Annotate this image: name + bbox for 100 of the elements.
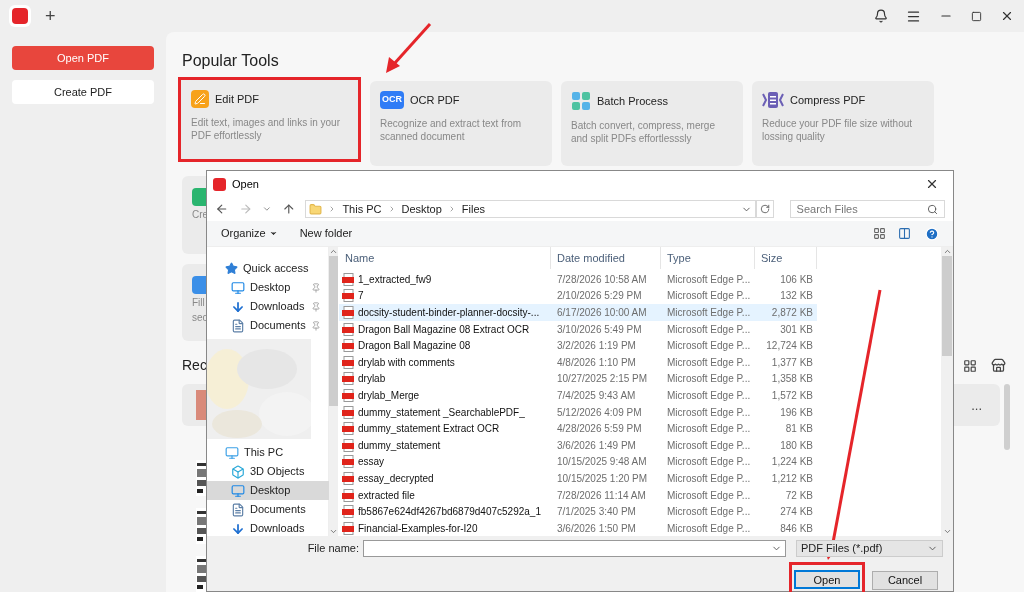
date-cell-text: 4/28/2026 5:59 PM <box>556 422 643 437</box>
nav-item[interactable]: 3D Objects <box>207 462 329 481</box>
tool-title: Batch Process <box>597 93 668 109</box>
nav-item[interactable]: Desktop <box>207 481 329 500</box>
more-button[interactable]: ... <box>971 398 982 412</box>
file-row[interactable]: Dragon Ball Magazine 08 3/2/2026 1:19 PM Microsoft Edge P... 12,724 KB <box>339 337 817 354</box>
breadcrumb-item[interactable]: Desktop <box>401 200 442 218</box>
size-cell-text: 1,212 KB <box>770 471 814 486</box>
nav-label: Desktop <box>250 280 292 296</box>
ocr-icon: OCR <box>380 91 404 109</box>
open-pdf-button[interactable]: Open PDF <box>12 46 154 70</box>
file-name-label: File name: <box>307 541 359 557</box>
size-cell-text: 1,377 KB <box>770 355 814 370</box>
nav-label: 3D Objects <box>250 464 306 480</box>
nav-item[interactable]: Quick access <box>207 259 329 278</box>
nav-item[interactable]: Documents <box>207 316 329 335</box>
breadcrumb-item[interactable]: This PC <box>342 200 382 218</box>
tool-card[interactable]: Compress PDF Reduce your PDF file size without lossing quality <box>752 81 934 166</box>
search-field[interactable]: Search Files <box>789 200 945 218</box>
file-name: drylab with comments <box>358 355 455 370</box>
nav-item[interactable]: Documents <box>207 500 329 519</box>
nav-item[interactable]: Downloads <box>207 297 329 316</box>
file-name: dummy_statement <box>358 438 441 453</box>
type-cell-text: Microsoft Edge P... <box>666 355 752 370</box>
file-name: extracted file <box>358 488 415 503</box>
file-row[interactable]: essay 10/15/2025 9:48 AM Microsoft Edge P... 1,224 KB <box>339 453 817 471</box>
size-cell-text: 274 KB <box>779 505 814 520</box>
tool-card[interactable]: Batch Process Batch convert, compress, merge and split PDFs effortlesssly <box>561 81 743 166</box>
file-name: Dragon Ball Magazine 08 <box>358 339 471 354</box>
type-cell-text: Microsoft Edge P... <box>666 405 752 420</box>
type-cell-text: Microsoft Edge P... <box>666 438 752 453</box>
size-cell-text: 1,572 KB <box>770 388 814 403</box>
size-cell-text: 12,724 KB <box>765 339 814 354</box>
file-name: Financial-Examples-for-I20 <box>358 521 478 536</box>
date-cell-text: 7/28/2026 11:14 AM <box>556 488 647 503</box>
tool-description: Reduce your PDF file size without lossing quality <box>762 117 914 143</box>
date-cell-text: 10/15/2025 1:20 PM <box>556 471 649 486</box>
type-cell-text: Microsoft Edge P... <box>666 306 752 320</box>
file-row[interactable]: dummy_statement 3/6/2026 1:49 PM Microsoft Edge P... 180 KB <box>339 436 817 454</box>
date-cell-text: 7/28/2026 10:58 AM <box>556 272 648 287</box>
file-name: drylab <box>358 372 386 387</box>
date-cell-text: 5/12/2026 4:09 PM <box>556 405 643 420</box>
tool-card[interactable]: OCR OCR PDF Recognize and extract text from scanned document <box>370 81 552 166</box>
size-cell-text: 196 KB <box>779 405 814 420</box>
type-cell-text: Microsoft Edge P... <box>666 372 752 387</box>
file-name: 7 <box>358 289 364 304</box>
new-folder-button[interactable]: New folder <box>299 225 353 242</box>
file-row[interactable]: drylab_Merge 7/4/2025 9:43 AM Microsoft Edge P... 1,572 KB <box>339 387 817 404</box>
column-header[interactable]: Type <box>661 247 755 269</box>
organize-button[interactable]: Organize <box>221 225 278 242</box>
file-row[interactable]: dummy_statement Extract OCR 4/28/2026 5:59 PM Microsoft Edge P... 81 KB <box>339 420 817 437</box>
column-header[interactable]: Size <box>755 247 817 269</box>
file-row[interactable]: drylab 10/27/2025 2:15 PM Microsoft Edge P... 1,358 KB <box>339 370 817 388</box>
file-name: 1_extracted_fw9 <box>358 272 432 287</box>
search-input[interactable]: Search Files <box>796 200 927 218</box>
size-cell-text: 106 KB <box>779 272 814 287</box>
breadcrumb-item[interactable]: Files <box>461 200 486 218</box>
tool-card[interactable]: Edit PDF Edit text, images and links in your PDF effortlessly <box>178 77 361 162</box>
create-pdf-button[interactable]: Create PDF <box>12 80 154 104</box>
size-cell-text: 1,358 KB <box>770 372 814 387</box>
nav-item[interactable]: This PC <box>207 443 329 462</box>
file-name: fb5867e624df4267bd6879d407c5292a_1 <box>358 505 541 520</box>
file-name: drylab_Merge <box>358 388 420 403</box>
type-cell-text: Microsoft Edge P... <box>666 339 752 354</box>
size-cell-text: 846 KB <box>779 521 814 536</box>
file-name: essay_decrypted <box>358 471 434 486</box>
file-row[interactable]: essay_decrypted 10/15/2025 1:20 PM Microsoft Edge P... 1,212 KB <box>339 470 817 487</box>
file-row[interactable]: Financial-Examples-for-I20 3/6/2026 1:50 PM Microsoft Edge P... 846 KB <box>339 519 817 537</box>
open-button[interactable]: Open <box>794 570 860 589</box>
file-row[interactable]: drylab with comments 4/8/2026 1:10 PM Microsoft Edge P... 1,377 KB <box>339 353 817 371</box>
date-cell-text: 4/8/2026 1:10 PM <box>556 355 637 370</box>
file-name: Dragon Ball Magazine 08 Extract OCR <box>358 322 530 337</box>
size-cell-text: 81 KB <box>784 422 814 437</box>
file-row[interactable]: 1_extracted_fw9 7/28/2026 10:58 AM Microsoft Edge P... 106 KB <box>339 271 817 288</box>
file-row[interactable]: 7 2/10/2026 5:29 PM Microsoft Edge P... 132 KB <box>339 287 817 305</box>
nav-label: Quick access <box>243 261 310 277</box>
file-row[interactable]: Dragon Ball Magazine 08 Extract OCR 3/10/2026 5:49 PM Microsoft Edge P... 301 KB <box>339 320 817 338</box>
date-cell-text: 3/2/2026 1:19 PM <box>556 339 637 354</box>
nav-item[interactable]: Downloads <box>207 519 329 538</box>
nav-label: This PC <box>244 445 285 461</box>
file-type-dropdown[interactable]: PDF Files (*.pdf) <box>796 540 943 557</box>
dialog-title: Open <box>232 176 259 192</box>
file-name: docsity-student-binder-planner-docsity-... <box>358 306 540 320</box>
file-row[interactable]: docsity-student-binder-planner-docsity-... 6/17/2026 10:00 AM Microsoft Edge P... 2,872 KB <box>339 304 817 321</box>
tool-description: Edit text, images and links in your PDF effortlessly <box>191 116 341 142</box>
new-tab-button[interactable]: + <box>45 7 56 25</box>
date-cell-text: 10/15/2025 9:48 AM <box>556 455 648 470</box>
nav-item[interactable]: Desktop <box>207 278 329 297</box>
address-bar[interactable]: This PC Desktop Files <box>305 200 757 218</box>
column-header[interactable]: Name <box>339 247 551 269</box>
file-row[interactable]: fb5867e624df4267bd6879d407c5292a_1 7/1/2025 3:40 PM Microsoft Edge P... 274 KB <box>339 503 817 520</box>
type-cell-text: Microsoft Edge P... <box>666 322 752 337</box>
file-row[interactable]: dummy_statement _SearchablePDF_ 5/12/2026 4:09 PM Microsoft Edge P... 196 KB <box>339 403 817 421</box>
cancel-button[interactable]: Cancel <box>872 570 938 590</box>
nav-label: Downloads <box>250 299 306 315</box>
column-header[interactable]: Date modified <box>551 247 661 269</box>
type-cell-text: Microsoft Edge P... <box>666 272 752 287</box>
file-name: dummy_statement _SearchablePDF_ <box>358 405 525 420</box>
file-row[interactable]: extracted file 7/28/2026 11:14 AM Microsoft Edge P... 72 KB <box>339 486 817 504</box>
date-cell-text: 3/6/2026 1:49 PM <box>556 438 637 453</box>
